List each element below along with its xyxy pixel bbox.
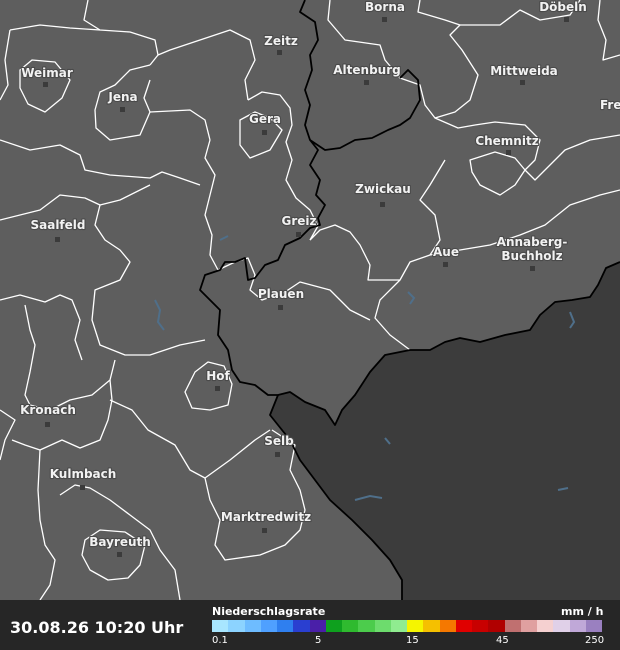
city-label-buchholz: Buchholz — [501, 249, 562, 263]
legend-swatch — [293, 620, 310, 632]
legend-swatch — [228, 620, 245, 632]
city-label-weimar: Weimar — [21, 66, 73, 80]
legend-swatch — [260, 620, 277, 632]
city-label-marktredwitz: Marktredwitz — [221, 510, 311, 524]
legend-unit: mm / h — [561, 605, 604, 618]
legend-swatch — [553, 620, 570, 632]
city-label-hof: Hof — [206, 369, 230, 383]
precipitation-color-scale — [212, 620, 602, 632]
city-label-zeitz: Zeitz — [264, 34, 298, 48]
legend-swatch — [439, 620, 456, 632]
legend-swatch — [374, 620, 391, 632]
legend-tick: 5 — [315, 635, 322, 646]
legend-swatch — [244, 620, 261, 632]
city-dot — [530, 266, 535, 271]
legend-swatch — [537, 620, 554, 632]
legend-swatch — [277, 620, 294, 632]
legend-swatch — [455, 620, 472, 632]
legend-swatch — [325, 620, 342, 632]
city-dot — [296, 232, 301, 237]
city-dot — [382, 17, 387, 22]
city-label-aue: Aue — [433, 245, 459, 259]
city-dot — [277, 50, 282, 55]
city-label-altenburg: Altenburg — [333, 63, 400, 77]
timestamp: 30.08.26 10:20 Uhr — [10, 618, 184, 637]
legend-swatch — [212, 620, 229, 632]
legend-tick: 45 — [496, 635, 509, 646]
city-dot — [45, 422, 50, 427]
city-label-zwickau: Zwickau — [355, 182, 411, 196]
city-label-saalfeld: Saalfeld — [30, 218, 85, 232]
legend-tick: 15 — [406, 635, 419, 646]
city-dot — [380, 202, 385, 207]
legend-swatch — [358, 620, 375, 632]
city-dot — [364, 80, 369, 85]
legend-swatch — [423, 620, 440, 632]
city-label-doebeln: Döbeln — [539, 0, 587, 14]
city-label-mittweida: Mittweida — [490, 64, 558, 78]
city-dot — [43, 82, 48, 87]
legend-swatch — [504, 620, 521, 632]
city-dot — [278, 305, 283, 310]
legend-swatch — [585, 620, 602, 632]
legend-swatch — [309, 620, 326, 632]
legend-title: Niederschlagsrate — [212, 605, 326, 618]
city-dot — [520, 80, 525, 85]
city-label-kulmbach: Kulmbach — [50, 467, 117, 481]
legend-swatch — [488, 620, 505, 632]
city-label-jena: Jena — [107, 90, 137, 104]
city-dot — [506, 150, 511, 155]
city-dot — [262, 528, 267, 533]
city-label-chemnitz: Chemnitz — [475, 134, 538, 148]
city-label-selb: Selb — [264, 434, 294, 448]
city-label-annaberg: Annaberg- — [497, 235, 568, 249]
legend-tick: 250 — [585, 635, 605, 646]
city-dot — [120, 107, 125, 112]
city-dot — [55, 237, 60, 242]
city-dot — [215, 386, 220, 391]
legend-tick: 0.1 — [212, 635, 228, 646]
city-dot — [80, 485, 85, 490]
legend-swatch — [569, 620, 586, 632]
city-dot — [564, 17, 569, 22]
city-label-bayreuth: Bayreuth — [89, 535, 151, 549]
city-dot — [443, 262, 448, 267]
city-label-kronach: Kronach — [20, 403, 76, 417]
legend-swatch — [472, 620, 489, 632]
city-label-greiz: Greiz — [281, 214, 316, 228]
legend-swatch — [390, 620, 407, 632]
city-label-frei: Frei — [600, 98, 620, 112]
city-label-plauen: Plauen — [258, 287, 304, 301]
city-dot — [117, 552, 122, 557]
city-dot — [262, 130, 267, 135]
legend-swatch — [520, 620, 537, 632]
rain-radar-map: Borna Döbeln Zeitz Weimar Altenburg Mitt… — [0, 0, 620, 650]
city-label-borna: Borna — [365, 0, 405, 14]
legend-swatch — [407, 620, 424, 632]
legend-swatch — [342, 620, 359, 632]
city-label-gera: Gera — [249, 112, 281, 126]
bottom-bar: 30.08.26 10:20 Uhr Niederschlagsrate mm … — [0, 600, 620, 650]
city-dot — [275, 452, 280, 457]
